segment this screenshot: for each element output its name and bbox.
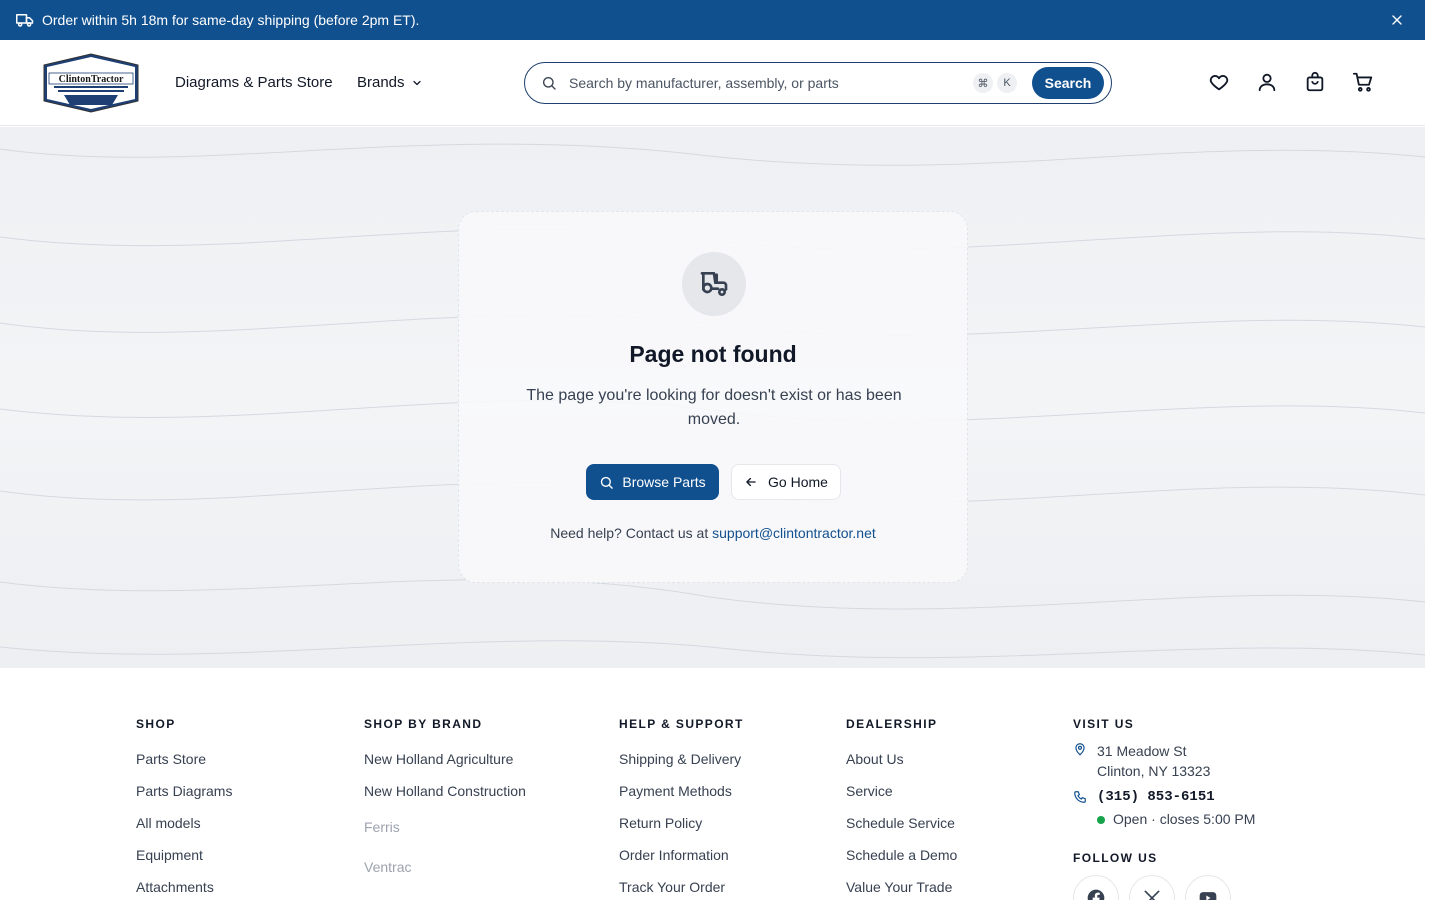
footer-link-order-info[interactable]: Order Information — [619, 846, 744, 878]
x-link[interactable] — [1129, 875, 1175, 900]
footer-link-shipping[interactable]: Shipping & Delivery — [619, 750, 744, 782]
search-icon — [543, 77, 556, 90]
browse-parts-label: Browse Parts — [622, 474, 706, 490]
footer-link-parts-store[interactable]: Parts Store — [136, 750, 232, 782]
logo-wordmark: ClintonTractor — [59, 74, 124, 85]
shortcut-cmd-key: ⌘ — [973, 73, 993, 93]
footer-link-schedule-service[interactable]: Schedule Service — [846, 814, 957, 846]
not-found-description: The page you're looking for doesn't exis… — [526, 387, 902, 428]
heart-icon[interactable] — [1208, 71, 1230, 93]
footer-heading-follow: FOLLOW US — [1073, 851, 1158, 865]
footer-link-parts-diagrams[interactable]: Parts Diagrams — [136, 782, 232, 814]
shortcut-k-key: K — [997, 73, 1017, 93]
shopping-bag-icon[interactable] — [1304, 71, 1326, 93]
user-icon[interactable] — [1256, 71, 1278, 93]
go-home-label: Go Home — [768, 474, 828, 490]
footer-link-service[interactable]: Service — [846, 782, 957, 814]
cart-icon[interactable] — [1352, 71, 1374, 93]
footer-link-payment[interactable]: Payment Methods — [619, 782, 744, 814]
footer-visit-column: VISIT US 31 Meadow St Clinton, NY 13323 … — [1073, 717, 1373, 900]
browse-parts-button[interactable]: Browse Parts — [586, 464, 719, 500]
footer-dealership-column: DEALERSHIP About Us Service Schedule Ser… — [846, 717, 957, 900]
search-input[interactable] — [569, 71, 959, 95]
footer-link-about[interactable]: About Us — [846, 750, 957, 782]
search-icon — [601, 476, 614, 489]
truck-icon — [16, 14, 34, 27]
search-bar: ⌘ K Search — [524, 62, 1112, 104]
promo-bar: Order within 5h 18m for same-day shippin… — [0, 0, 1425, 40]
footer-link-value-trade[interactable]: Value Your Trade — [846, 878, 957, 900]
search-button[interactable]: Search — [1032, 67, 1104, 99]
footer-link-nh-agriculture[interactable]: New Holland Agriculture — [364, 750, 526, 782]
page-title: Page not found — [629, 341, 797, 367]
footer-link-ferris[interactable]: Ferris — [364, 814, 526, 854]
go-home-button[interactable]: Go Home — [731, 464, 841, 500]
address-line-2: Clinton, NY 13323 — [1097, 763, 1211, 779]
site-header: ClintonTractor Diagrams & Parts Store Br… — [0, 40, 1425, 126]
footer-brands-column: SHOP BY BRAND New Holland Agriculture Ne… — [364, 717, 526, 894]
x-icon — [1144, 890, 1160, 900]
footer-heading-help: HELP & SUPPORT — [619, 717, 744, 731]
footer-link-schedule-demo[interactable]: Schedule a Demo — [846, 846, 957, 878]
promo-text: Order within 5h 18m for same-day shippin… — [42, 12, 420, 28]
site-footer: SHOP Parts Store Parts Diagrams All mode… — [0, 668, 1425, 900]
facebook-link[interactable] — [1073, 875, 1119, 900]
map-pin-icon — [1075, 743, 1085, 756]
footer-heading-visit: VISIT US — [1073, 717, 1135, 731]
clinton-tractor-logo[interactable]: ClintonTractor — [40, 53, 142, 113]
footer-heading-dealership: DEALERSHIP — [846, 717, 938, 731]
store-address: 31 Meadow St Clinton, NY 13323 — [1097, 741, 1210, 781]
facebook-icon — [1087, 889, 1105, 900]
store-phone[interactable]: (315) 853-6151 — [1097, 789, 1215, 805]
help-text: Need help? Contact us at support@clinton… — [459, 525, 967, 541]
chevron-down-icon — [412, 80, 421, 85]
footer-link-attachments[interactable]: Attachments — [136, 878, 232, 900]
nav-brands-dropdown[interactable]: Brands — [357, 74, 423, 91]
footer-shop-column: SHOP Parts Store Parts Diagrams All mode… — [136, 717, 232, 900]
not-found-section: Page not found The page you're looking f… — [0, 127, 1425, 668]
tractor-icon-badge — [682, 252, 746, 316]
address-line-1: 31 Meadow St — [1097, 743, 1187, 759]
not-found-card: Page not found The page you're looking f… — [458, 211, 968, 583]
store-hours: Open · closes 5:00 PM — [1113, 811, 1256, 827]
footer-link-track-order[interactable]: Track Your Order — [619, 878, 744, 900]
arrow-left-icon — [746, 477, 756, 487]
footer-heading-brands: SHOP BY BRAND — [364, 717, 483, 731]
support-email-link[interactable]: support@clintontractor.net — [712, 525, 876, 541]
footer-link-returns[interactable]: Return Policy — [619, 814, 744, 846]
footer-help-column: HELP & SUPPORT Shipping & Delivery Payme… — [619, 717, 744, 900]
youtube-link[interactable] — [1185, 875, 1231, 900]
nav-diagrams-label: Diagrams & Parts Store — [175, 74, 333, 91]
footer-link-equipment[interactable]: Equipment — [136, 846, 232, 878]
nav-diagrams-parts-store[interactable]: Diagrams & Parts Store — [175, 74, 333, 91]
footer-heading-shop: SHOP — [136, 717, 176, 731]
footer-link-ventrac[interactable]: Ventrac — [364, 854, 526, 894]
nav-brands-label: Brands — [357, 74, 405, 91]
open-status-dot — [1097, 816, 1105, 824]
close-icon[interactable] — [1389, 12, 1405, 28]
footer-link-nh-construction[interactable]: New Holland Construction — [364, 782, 526, 814]
footer-link-all-models[interactable]: All models — [136, 814, 232, 846]
phone-icon — [1074, 791, 1086, 803]
help-text-label: Need help? Contact us at — [550, 525, 709, 541]
tractor-icon — [700, 272, 728, 296]
youtube-icon — [1199, 892, 1217, 900]
